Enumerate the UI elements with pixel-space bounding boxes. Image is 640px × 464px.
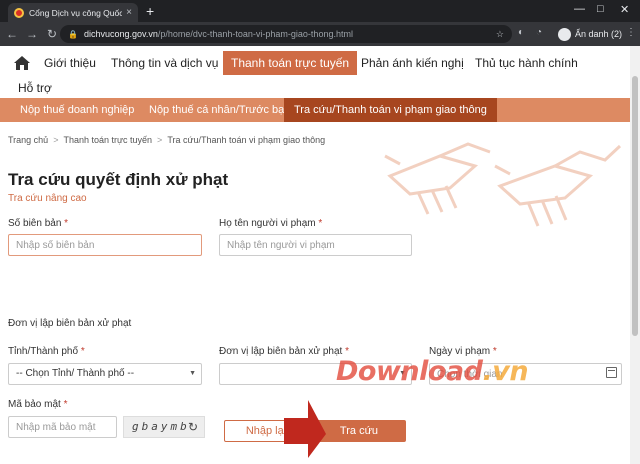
new-tab-icon[interactable]: + bbox=[146, 4, 154, 18]
province-label: Tỉnh/Thành phố * bbox=[8, 346, 85, 357]
captcha-image: gbaymb bbox=[132, 420, 190, 433]
chevron-down-icon: ▼ bbox=[189, 370, 196, 377]
calendar-icon[interactable] bbox=[606, 367, 617, 378]
decorative-crane-illustration bbox=[384, 142, 622, 227]
record-no-label: Số biên bản * bbox=[8, 218, 68, 229]
unit-label: Đơn vị lập biên bản xử phạt * bbox=[219, 346, 349, 357]
page-viewport: Giới thiệu Thông tin và dịch vụ Thanh to… bbox=[0, 46, 630, 464]
required-mark: * bbox=[63, 399, 68, 410]
advanced-search-link[interactable]: Tra cứu nâng cao bbox=[8, 193, 87, 204]
subnav-nop-thue-ca-nhan[interactable]: Nộp thuế cá nhân/Trước bạ bbox=[139, 98, 294, 122]
captcha-label-text: Mã bảo mật bbox=[8, 399, 61, 410]
subnav-nop-thue-doanh-nghiep[interactable]: Nộp thuế doanh nghiệp bbox=[10, 98, 144, 122]
province-selected-value: -- Chọn Tỉnh/ Thành phố -- bbox=[16, 368, 135, 379]
reload-icon[interactable]: ↻ bbox=[42, 27, 62, 41]
main-nav: Giới thiệu Thông tin và dịch vụ Thanh to… bbox=[0, 46, 630, 102]
nav-thong-tin-dich-vu[interactable]: Thông tin và dịch vụ bbox=[103, 51, 226, 75]
minimize-icon[interactable]: — bbox=[574, 3, 585, 15]
extension-icon[interactable]: ◐ bbox=[518, 27, 524, 38]
nav-gioi-thieu[interactable]: Giới thiệu bbox=[36, 51, 104, 75]
pointer-arrow-icon bbox=[284, 400, 326, 458]
nav-phan-anh-kien-nghi[interactable]: Phản ánh kiến nghị bbox=[353, 51, 472, 75]
tab-close-icon[interactable]: × bbox=[126, 7, 132, 18]
lock-icon: 🔒 bbox=[68, 29, 78, 39]
browser-toolbar: ← → ↻ 🔒 dichvucong.gov.vn /p/home/dvc-th… bbox=[0, 22, 640, 46]
watermark-suffix: .vn bbox=[482, 356, 529, 387]
record-no-label-text: Số biên bản bbox=[8, 218, 62, 229]
close-window-icon[interactable]: ✕ bbox=[620, 3, 629, 16]
tab-title: Cổng Dịch vụ công Quốc gia bbox=[29, 7, 123, 18]
nav-ho-tro[interactable]: Hỗ trợ bbox=[10, 76, 60, 100]
home-icon[interactable] bbox=[14, 56, 30, 70]
page-scrollbar[interactable] bbox=[630, 46, 640, 464]
profile-label: Ẩn danh (2) bbox=[575, 29, 623, 39]
breadcrumb: Trang chủ > Thanh toán trực tuyến > Tra cứu/… bbox=[8, 135, 325, 145]
page-title: Tra cứu quyết định xử phạt bbox=[8, 170, 229, 189]
violator-name-input[interactable] bbox=[219, 234, 412, 256]
breadcrumb-separator: > bbox=[157, 135, 163, 145]
url-path: /p/home/dvc-thanh-toan-vi-pham-giao-thon… bbox=[157, 29, 353, 39]
profile-icon bbox=[558, 27, 571, 41]
site-favicon-icon bbox=[14, 7, 24, 18]
unit-section-heading: Đơn vị lập biên bản xử phạt bbox=[8, 318, 132, 329]
sub-nav: Nộp thuế doanh nghiệp Nộp thuế cá nhân/T… bbox=[0, 98, 630, 122]
maximize-icon[interactable]: □ bbox=[597, 3, 604, 15]
province-label-text: Tỉnh/Thành phố bbox=[8, 346, 79, 357]
browser-tab-strip: Cổng Dịch vụ công Quốc gia × + — □ ✕ bbox=[0, 0, 640, 22]
captcha-label: Mã bảo mật * bbox=[8, 399, 68, 410]
scrollbar-thumb[interactable] bbox=[632, 76, 638, 336]
violator-label: Họ tên người vi phạm * bbox=[219, 218, 322, 229]
required-mark: * bbox=[80, 346, 85, 357]
history-icon[interactable]: ◔ bbox=[536, 27, 542, 38]
subnav-tra-cuu-vi-pham[interactable]: Tra cứu/Thanh toán vi phạm giao thông bbox=[284, 98, 497, 122]
back-icon[interactable]: ← bbox=[2, 27, 22, 41]
address-bar[interactable]: 🔒 dichvucong.gov.vn /p/home/dvc-thanh-to… bbox=[60, 25, 512, 43]
required-mark: * bbox=[318, 218, 323, 229]
url-host: dichvucong.gov.vn bbox=[83, 29, 158, 39]
captcha-box: gbaymb ↻ bbox=[123, 416, 205, 438]
browser-tab[interactable]: Cổng Dịch vụ công Quốc gia × bbox=[8, 3, 138, 22]
required-mark: * bbox=[64, 218, 69, 229]
breadcrumb-payment[interactable]: Thanh toán trực tuyến bbox=[63, 135, 152, 145]
province-select[interactable]: -- Chọn Tỉnh/ Thành phố -- ▼ bbox=[8, 363, 202, 385]
breadcrumb-home[interactable]: Trang chủ bbox=[8, 135, 48, 145]
record-no-input[interactable] bbox=[8, 234, 202, 256]
star-icon[interactable]: ☆ bbox=[496, 29, 504, 40]
refresh-captcha-icon[interactable]: ↻ bbox=[188, 420, 198, 434]
incognito-profile-button[interactable]: Ẩn danh (2) bbox=[558, 25, 622, 43]
menu-icon[interactable]: ⋮ bbox=[626, 27, 636, 38]
breadcrumb-current: Tra cứu/Thanh toán vi phạm giao thông bbox=[167, 135, 326, 145]
violator-label-text: Họ tên người vi phạm bbox=[219, 218, 316, 229]
breadcrumb-separator: > bbox=[53, 135, 59, 145]
unit-label-text: Đơn vị lập biên bản xử phạt bbox=[219, 346, 343, 357]
forward-icon[interactable]: → bbox=[22, 27, 42, 41]
nav-thu-tuc-hanh-chinh[interactable]: Thủ tục hành chính bbox=[467, 51, 586, 75]
download-watermark: Download.vn bbox=[336, 356, 529, 387]
captcha-input[interactable] bbox=[8, 416, 117, 438]
nav-thanh-toan-truc-tuyen[interactable]: Thanh toán trực tuyến bbox=[223, 51, 358, 75]
watermark-text: Download bbox=[336, 356, 483, 387]
